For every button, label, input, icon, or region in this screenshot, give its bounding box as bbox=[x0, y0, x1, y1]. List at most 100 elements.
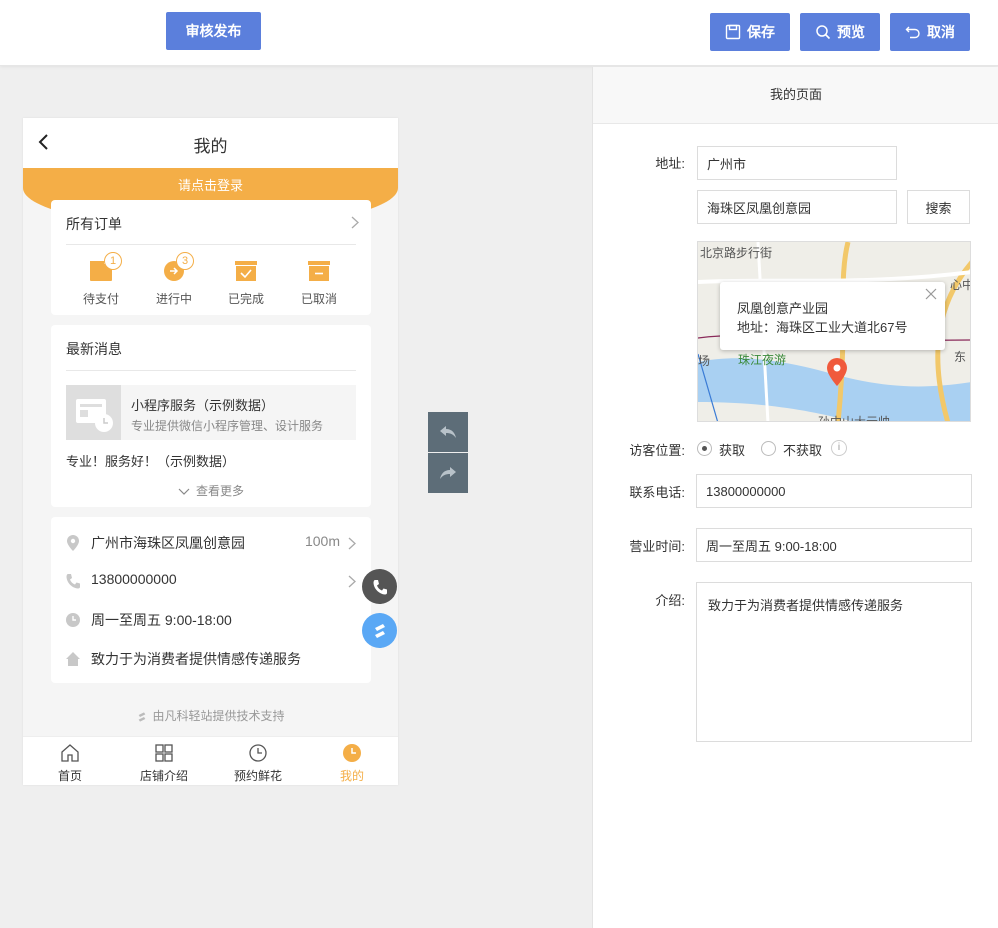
address-value: 海珠区凤凰创意园 bbox=[707, 200, 812, 216]
preview-button[interactable]: 预览 bbox=[800, 13, 880, 51]
info-phone-row[interactable]: 13800000000 bbox=[66, 571, 356, 591]
undo-button[interactable] bbox=[428, 412, 468, 452]
tab-label: 首页 bbox=[57, 769, 82, 783]
publish-label: 审核发布 bbox=[185, 23, 242, 39]
chevron-right-icon bbox=[348, 537, 356, 550]
map-label: 孙中山大元帅 bbox=[818, 415, 891, 422]
phone-value: 13800000000 bbox=[706, 483, 786, 499]
settings-panel: 我的页面 地址: 广州市 海珠区凤凰创意园 搜索 北京路步行街 心中 珠江夜游 … bbox=[592, 67, 998, 928]
info-phone: 13800000000 bbox=[91, 571, 177, 587]
intro-textarea[interactable]: 致力于为消费者提供情感传递服务 bbox=[696, 582, 972, 742]
search-icon bbox=[816, 25, 831, 40]
news-item-desc: 专业提供微信小程序管理、设计服务 bbox=[131, 419, 324, 433]
redo-icon bbox=[440, 467, 456, 479]
login-prompt[interactable]: 请点击登录 bbox=[23, 175, 398, 194]
tab-label: 预约鲜花 bbox=[233, 769, 282, 783]
clock-icon bbox=[249, 744, 267, 762]
see-more-link[interactable]: 查看更多 bbox=[51, 482, 371, 499]
info-intro-row: 致力于为消费者提供情感传递服务 bbox=[66, 649, 356, 669]
visitor-get-radio[interactable] bbox=[697, 441, 712, 456]
tab-label: 我的 bbox=[339, 769, 364, 783]
phone-input[interactable]: 13800000000 bbox=[696, 474, 972, 508]
order-label: 待支付 bbox=[82, 292, 119, 306]
address-input[interactable]: 海珠区凤凰创意园 bbox=[697, 190, 897, 224]
phone-icon bbox=[373, 579, 387, 594]
news-card: 最新消息 小程序服务（示例数据） 专业提供微信小程序管理、设计服务 专业！服务好… bbox=[51, 325, 371, 507]
intro-value: 致力于为消费者提供情感传递服务 bbox=[708, 598, 904, 613]
info-address-row[interactable]: 广州市海珠区凤凰创意园 100m bbox=[66, 533, 356, 553]
divider bbox=[66, 370, 356, 371]
home-icon bbox=[66, 652, 80, 666]
order-label: 已完成 bbox=[227, 292, 264, 306]
phone-preview: 我的 请点击登录 所有订单 1 待支付 3 进行中 已完成 已取消 最新消息 小… bbox=[23, 118, 398, 785]
search-label: 搜索 bbox=[925, 200, 952, 216]
info-intro: 致力于为消费者提供情感传递服务 bbox=[91, 651, 301, 667]
order-label: 已取消 bbox=[300, 292, 337, 306]
news-text: 专业！服务好！（示例数据） bbox=[66, 454, 236, 469]
home-icon bbox=[61, 744, 79, 762]
article-placeholder-icon bbox=[76, 399, 113, 432]
map-label: 心中 bbox=[950, 278, 970, 292]
news-thumbnail bbox=[66, 385, 121, 440]
publish-button[interactable]: 审核发布 bbox=[166, 12, 261, 50]
store-info-card: 广州市海珠区凤凰创意园 100m 13800000000 周一至周五 9:00-… bbox=[51, 517, 371, 683]
chevron-right-icon[interactable] bbox=[351, 216, 359, 229]
intro-label: 介绍: bbox=[655, 593, 685, 608]
order-badge: 3 bbox=[176, 252, 194, 270]
cancel-box-icon bbox=[308, 261, 330, 281]
chevron-right-icon bbox=[348, 575, 356, 588]
tab-book-flowers[interactable]: 预约鲜花 bbox=[211, 737, 305, 785]
map-popup-name: 凤凰创意产业园 bbox=[737, 301, 829, 316]
visitor-location-label: 访客位置: bbox=[629, 443, 685, 458]
tech-support-label: 由凡科轻站提供技术支持 bbox=[152, 709, 285, 723]
tab-label: 店铺介绍 bbox=[139, 769, 188, 783]
save-button[interactable]: 保存 bbox=[710, 13, 790, 51]
clock-icon bbox=[66, 613, 80, 627]
location-map[interactable]: 北京路步行街 心中 珠江夜游 东 场 孙中山大元帅 凤凰创意产业园 地址：海珠区… bbox=[697, 241, 971, 422]
phone-header: 我的 bbox=[23, 118, 398, 168]
preview-label: 预览 bbox=[837, 24, 865, 40]
call-button[interactable] bbox=[362, 569, 397, 604]
hours-value: 周一至周五 9:00-18:00 bbox=[706, 538, 837, 554]
visitor-no-get-radio[interactable] bbox=[761, 441, 776, 456]
hours-input[interactable]: 周一至周五 9:00-18:00 bbox=[696, 528, 972, 562]
map-marker-icon[interactable] bbox=[826, 358, 848, 386]
orders-title[interactable]: 所有订单 bbox=[66, 214, 122, 234]
phone-label: 联系电话: bbox=[629, 485, 685, 500]
phone-title: 我的 bbox=[193, 137, 228, 156]
tab-store-intro[interactable]: 店铺介绍 bbox=[117, 737, 211, 785]
divider bbox=[66, 244, 356, 245]
news-title: 最新消息 bbox=[66, 341, 122, 357]
panel-title: 我的页面 bbox=[593, 67, 998, 124]
city-input[interactable]: 广州市 bbox=[697, 146, 897, 180]
visitor-no-get-label[interactable]: 不获取 bbox=[783, 440, 822, 459]
news-item-title: 小程序服务（示例数据） bbox=[131, 398, 275, 413]
chevron-down-icon bbox=[178, 488, 190, 495]
tech-support-note: 由凡科轻站提供技术支持 bbox=[23, 707, 398, 724]
map-popup-address: 地址：海珠区工业大道北67号 bbox=[737, 320, 908, 335]
map-label: 场 bbox=[698, 354, 711, 368]
cancel-button[interactable]: 取消 bbox=[890, 13, 970, 51]
close-icon[interactable] bbox=[925, 288, 937, 300]
undo-icon bbox=[440, 426, 456, 438]
search-button[interactable]: 搜索 bbox=[907, 190, 970, 224]
brand-logo-button[interactable] bbox=[362, 613, 397, 648]
tab-mine[interactable]: 我的 bbox=[305, 737, 398, 785]
save-label: 保存 bbox=[747, 24, 775, 40]
hours-label: 营业时间: bbox=[629, 539, 685, 554]
map-label: 东 bbox=[954, 350, 967, 364]
info-hours: 周一至周五 9:00-18:00 bbox=[91, 612, 232, 628]
save-icon bbox=[725, 24, 741, 40]
grid-icon bbox=[155, 744, 173, 762]
map-info-popup: 凤凰创意产业园 地址：海珠区工业大道北67号 bbox=[720, 282, 945, 350]
map-label: 北京路步行街 bbox=[700, 246, 773, 260]
visitor-get-label[interactable]: 获取 bbox=[719, 440, 745, 459]
tab-home[interactable]: 首页 bbox=[23, 737, 117, 785]
news-item[interactable]: 小程序服务（示例数据） 专业提供微信小程序管理、设计服务 bbox=[66, 385, 356, 440]
info-hint-icon[interactable]: i bbox=[831, 440, 847, 456]
phone-icon bbox=[66, 574, 80, 589]
clock-filled-icon bbox=[343, 744, 361, 762]
tab-bar: 首页 店铺介绍 预约鲜花 我的 bbox=[23, 736, 398, 785]
redo-button[interactable] bbox=[428, 453, 468, 493]
brand-logo-icon bbox=[374, 623, 385, 638]
